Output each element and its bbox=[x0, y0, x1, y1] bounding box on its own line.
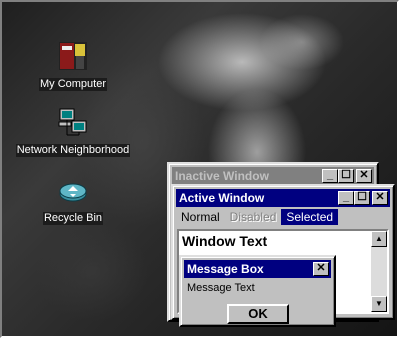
message-text: Message Text bbox=[187, 282, 255, 294]
window-text: Window Text bbox=[182, 233, 268, 249]
minimize-button[interactable]: _ bbox=[338, 191, 354, 205]
appearance-preview: My Computer Network Neighborhood Recycle… bbox=[0, 0, 399, 338]
menu-bar: Normal Disabled Selected bbox=[176, 208, 390, 227]
menu-item-disabled: Disabled bbox=[229, 210, 277, 224]
message-box-titlebar[interactable]: Message Box ✕ bbox=[184, 260, 331, 278]
inactive-window-titlebar[interactable]: Inactive Window _ ☐ ✕ bbox=[172, 167, 374, 185]
active-window-titlebar[interactable]: Active Window _ ☐ ✕ bbox=[176, 189, 390, 207]
menu-item-selected[interactable]: Selected bbox=[281, 209, 339, 225]
close-button[interactable]: ✕ bbox=[372, 191, 388, 205]
desktop-icon-recycle-bin[interactable]: Recycle Bin bbox=[38, 174, 108, 226]
desktop-icon-network-neighborhood[interactable]: Network Neighborhood bbox=[14, 106, 132, 158]
menu-item-normal[interactable]: Normal bbox=[176, 209, 225, 225]
desktop-icon-my-computer[interactable]: My Computer bbox=[38, 40, 108, 92]
message-box[interactable]: Message Box ✕ Message Text OK bbox=[179, 255, 336, 327]
recycle-bin-icon bbox=[57, 174, 89, 206]
maximize-button[interactable]: ☐ bbox=[338, 169, 354, 183]
vertical-scrollbar[interactable]: ▲ ▼ bbox=[371, 231, 387, 312]
maximize-button[interactable]: ☐ bbox=[354, 191, 370, 205]
scroll-down-button[interactable]: ▼ bbox=[371, 296, 387, 312]
network-neighborhood-icon bbox=[57, 106, 89, 138]
close-button[interactable]: ✕ bbox=[356, 169, 372, 183]
desktop-icon-label: Network Neighborhood bbox=[15, 144, 131, 157]
active-window-title: Active Window bbox=[179, 191, 265, 205]
desktop-icon-label: My Computer bbox=[38, 78, 108, 91]
my-computer-icon bbox=[57, 40, 89, 72]
inactive-window-title: Inactive Window bbox=[175, 169, 269, 183]
minimize-button[interactable]: _ bbox=[322, 169, 338, 183]
desktop-icon-label: Recycle Bin bbox=[42, 212, 104, 225]
ok-button[interactable]: OK bbox=[227, 304, 289, 324]
scroll-up-button[interactable]: ▲ bbox=[371, 231, 387, 247]
close-button[interactable]: ✕ bbox=[313, 262, 329, 276]
message-box-title: Message Box bbox=[187, 262, 264, 276]
